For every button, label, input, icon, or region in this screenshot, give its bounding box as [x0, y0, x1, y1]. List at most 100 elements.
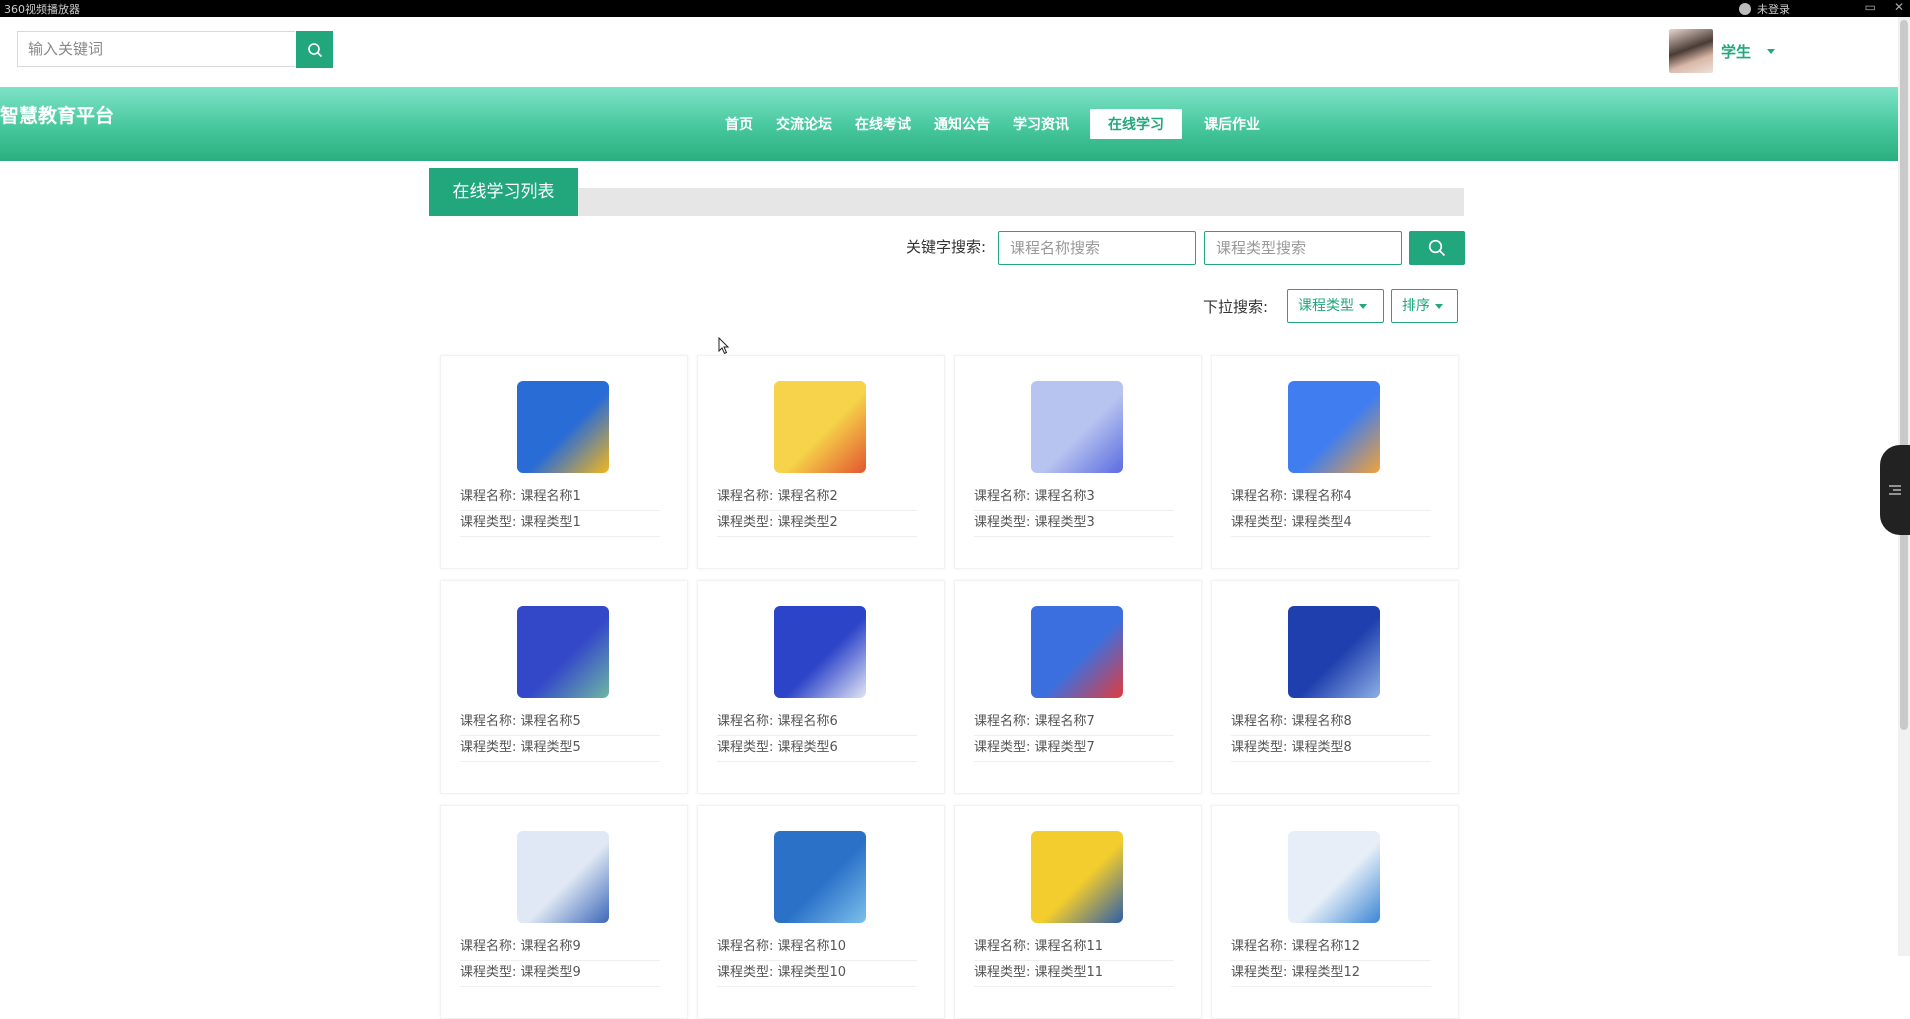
course-name-label: 课程名称: — [1231, 939, 1288, 954]
course-type-label: 课程类型: — [974, 515, 1031, 530]
search-icon — [307, 42, 322, 57]
course-type-label: 课程类型: — [717, 740, 774, 755]
user-name[interactable]: 学生 — [1721, 41, 1751, 62]
course-type-row: 课程类型: 课程类型3 — [974, 512, 1174, 537]
course-name-row: 课程名称: 课程名称3 — [974, 486, 1174, 511]
course-thumbnail[interactable] — [1288, 831, 1380, 923]
course-name-label: 课程名称: — [1231, 714, 1288, 729]
window-title-bar: 360视频播放器 未登录 ▭ ✕ — [0, 0, 1910, 17]
section-title-bar — [578, 188, 1464, 216]
course-name-row: 课程名称: 课程名称12 — [1231, 936, 1431, 961]
course-name-row: 课程名称: 课程名称8 — [1231, 711, 1431, 736]
nav-item-online-learning[interactable]: 在线学习 — [1090, 109, 1182, 139]
course-card[interactable]: 课程名称: 课程名称3 课程类型: 课程类型3 — [954, 355, 1202, 569]
course-card[interactable]: 课程名称: 课程名称1 课程类型: 课程类型1 — [440, 355, 688, 569]
course-thumbnail[interactable] — [1031, 381, 1123, 473]
course-card[interactable]: 课程名称: 课程名称4 课程类型: 课程类型4 — [1211, 355, 1459, 569]
course-name-row: 课程名称: 课程名称1 — [460, 486, 660, 511]
course-card[interactable]: 课程名称: 课程名称12 课程类型: 课程类型12 — [1211, 805, 1459, 1019]
course-type-value: 课程类型2 — [777, 515, 838, 530]
course-thumbnail[interactable] — [1288, 606, 1380, 698]
chevron-down-icon — [1435, 303, 1443, 309]
course-name-value: 课程名称4 — [1291, 489, 1352, 504]
nav-item-homework[interactable]: 课后作业 — [1194, 110, 1270, 138]
header-search-input[interactable]: 输入关键词 — [17, 31, 295, 67]
main-nav: 首页 交流论坛 在线考试 通知公告 学习资讯 在线学习 课后作业 — [715, 109, 1273, 139]
course-type-value: 课程类型3 — [1034, 515, 1095, 530]
course-type-value: 课程类型10 — [777, 965, 847, 980]
sort-dropdown[interactable]: 排序 — [1391, 289, 1458, 323]
course-card[interactable]: 课程名称: 课程名称9 课程类型: 课程类型9 — [440, 805, 688, 1019]
course-thumbnail[interactable] — [1288, 381, 1380, 473]
course-card[interactable]: 课程名称: 课程名称7 课程类型: 课程类型7 — [954, 580, 1202, 794]
course-name-value: 课程名称7 — [1034, 714, 1095, 729]
avatar[interactable] — [1669, 29, 1713, 73]
section-title: 在线学习列表 — [429, 168, 578, 216]
side-float-tab[interactable] — [1880, 445, 1910, 535]
course-type-value: 课程类型5 — [520, 740, 581, 755]
course-type-row: 课程类型: 课程类型12 — [1231, 962, 1431, 987]
course-name-value: 课程名称6 — [777, 714, 838, 729]
course-thumbnail[interactable] — [1031, 831, 1123, 923]
course-type-value: 课程类型4 — [1291, 515, 1352, 530]
course-name-value: 课程名称8 — [1291, 714, 1352, 729]
course-type-label: 课程类型: — [717, 515, 774, 530]
course-type-value: 课程类型7 — [1034, 740, 1095, 755]
user-menu[interactable]: 学生 — [1669, 29, 1776, 73]
course-name-row: 课程名称: 课程名称11 — [974, 936, 1174, 961]
course-thumbnail[interactable] — [517, 831, 609, 923]
nav-item-home[interactable]: 首页 — [715, 110, 763, 138]
course-type-value: 课程类型1 — [520, 515, 581, 530]
course-card[interactable]: 课程名称: 课程名称11 课程类型: 课程类型11 — [954, 805, 1202, 1019]
course-thumbnail[interactable] — [1031, 606, 1123, 698]
nav-item-notice[interactable]: 通知公告 — [924, 110, 1000, 138]
course-type-value: 课程类型12 — [1291, 965, 1361, 980]
header-search-placeholder: 输入关键词 — [28, 40, 104, 58]
chevron-down-icon[interactable] — [1767, 48, 1776, 54]
course-thumbnail[interactable] — [774, 831, 866, 923]
course-type-value: 课程类型6 — [777, 740, 838, 755]
course-name-label: 课程名称: — [460, 714, 517, 729]
course-type-row: 课程类型: 课程类型10 — [717, 962, 917, 987]
nav-item-news[interactable]: 学习资讯 — [1003, 110, 1079, 138]
course-thumbnail[interactable] — [774, 606, 866, 698]
course-thumbnail[interactable] — [517, 606, 609, 698]
course-name-row: 课程名称: 课程名称5 — [460, 711, 660, 736]
course-card[interactable]: 课程名称: 课程名称8 课程类型: 课程类型8 — [1211, 580, 1459, 794]
course-type-search-input[interactable]: 课程类型搜索 — [1204, 231, 1402, 265]
course-name-row: 课程名称: 课程名称10 — [717, 936, 917, 961]
site-header: 输入关键词 学生 — [0, 17, 1898, 87]
nav-item-forum[interactable]: 交流论坛 — [766, 110, 842, 138]
course-card[interactable]: 课程名称: 课程名称5 课程类型: 课程类型5 — [440, 580, 688, 794]
course-type-label: 课程类型: — [1231, 740, 1288, 755]
course-name-value: 课程名称1 — [520, 489, 581, 504]
course-name-label: 课程名称: — [460, 489, 517, 504]
nav-item-exam[interactable]: 在线考试 — [845, 110, 921, 138]
course-type-dropdown[interactable]: 课程类型 — [1287, 289, 1384, 323]
course-thumbnail[interactable] — [517, 381, 609, 473]
course-name-label: 课程名称: — [1231, 489, 1288, 504]
restore-icon[interactable]: ▭ — [1865, 0, 1876, 14]
course-thumbnail[interactable] — [774, 381, 866, 473]
course-name-label: 课程名称: — [974, 939, 1031, 954]
course-type-value: 课程类型11 — [1034, 965, 1104, 980]
course-type-label: 课程类型: — [1231, 965, 1288, 980]
course-type-value: 课程类型8 — [1291, 740, 1352, 755]
chevron-down-icon — [1359, 303, 1367, 309]
course-card[interactable]: 课程名称: 课程名称6 课程类型: 课程类型6 — [697, 580, 945, 794]
close-icon[interactable]: ✕ — [1894, 0, 1904, 14]
vertical-scrollbar-thumb[interactable] — [1900, 20, 1908, 730]
window-login[interactable]: 未登录 — [1739, 1, 1790, 17]
course-name-value: 课程名称5 — [520, 714, 581, 729]
dropdown-search-label: 下拉搜索: — [1203, 298, 1269, 316]
course-name-row: 课程名称: 课程名称2 — [717, 486, 917, 511]
window-title: 360视频播放器 — [4, 3, 80, 16]
course-type-label: 课程类型: — [460, 515, 517, 530]
header-search-button[interactable] — [296, 31, 333, 68]
course-name-search-input[interactable]: 课程名称搜索 — [998, 231, 1196, 265]
course-name-value: 课程名称2 — [777, 489, 838, 504]
keyword-search-button[interactable] — [1409, 231, 1465, 265]
course-card[interactable]: 课程名称: 课程名称2 课程类型: 课程类型2 — [697, 355, 945, 569]
course-card[interactable]: 课程名称: 课程名称10 课程类型: 课程类型10 — [697, 805, 945, 1019]
course-name-label: 课程名称: — [717, 714, 774, 729]
